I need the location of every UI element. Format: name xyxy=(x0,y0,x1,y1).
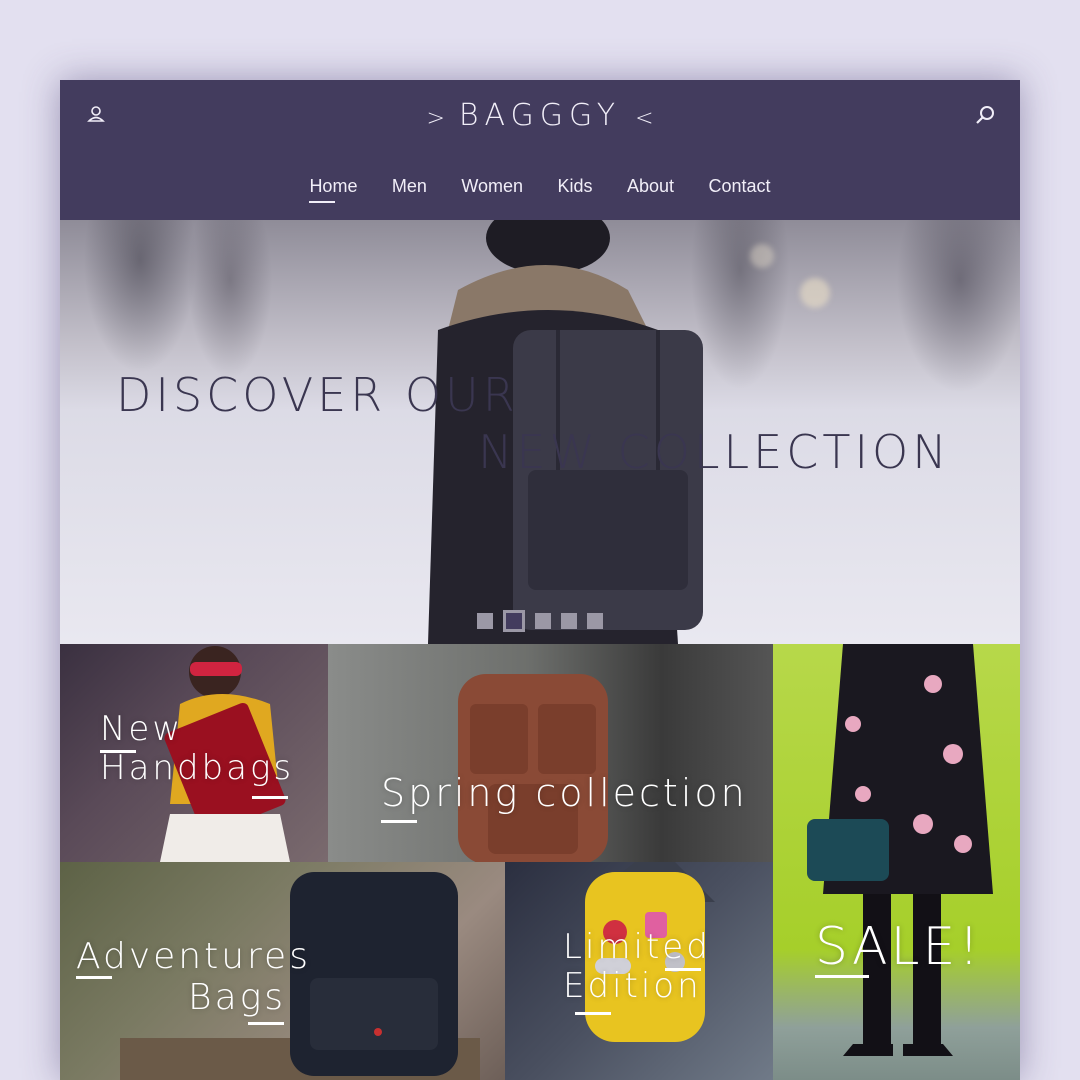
hero-bokeh xyxy=(800,278,830,308)
title-underline xyxy=(76,976,112,979)
carousel-dot-active[interactable] xyxy=(503,610,525,632)
nav-contact[interactable]: Contact xyxy=(709,176,771,197)
hero-heading-line1: DISCOVER OUR xyxy=(116,368,519,422)
tile-title-line: Handbags xyxy=(100,748,295,789)
nav-about[interactable]: About xyxy=(627,176,674,197)
tile-title-line: Bags xyxy=(188,977,286,1019)
nav-women[interactable]: Women xyxy=(461,176,523,197)
hero-heading-line2: NEW COLLECTION xyxy=(478,425,951,479)
floral-coat-photo xyxy=(807,644,993,1056)
carousel-dot[interactable] xyxy=(535,613,551,629)
logo-text: BAGGGY xyxy=(458,98,622,133)
nav-men[interactable]: Men xyxy=(392,176,427,197)
tile-adventures-bags[interactable]: Adventures Bags xyxy=(60,862,505,1080)
carousel-dot[interactable] xyxy=(587,613,603,629)
tile-title-line: Limited xyxy=(563,927,711,967)
title-underline xyxy=(575,1012,611,1015)
tile-spring-title: Spring collection xyxy=(381,771,748,815)
site-logo[interactable]: > BAGGGY < xyxy=(60,98,1020,133)
carousel-dot[interactable] xyxy=(561,613,577,629)
title-underline xyxy=(248,1022,284,1025)
tile-title-line: Edition xyxy=(563,966,702,1007)
tile-title-line: New xyxy=(100,709,184,749)
title-underline xyxy=(381,820,417,823)
tile-limited-edition[interactable]: Limited Edition xyxy=(505,862,773,1080)
nav-home[interactable]: Home xyxy=(309,176,357,203)
title-underline xyxy=(665,968,701,971)
carousel-dot[interactable] xyxy=(477,613,493,629)
tile-sale[interactable]: SALE! xyxy=(773,644,1020,1080)
tile-spring-collection[interactable]: Spring collection xyxy=(328,644,773,862)
title-underline xyxy=(252,796,288,799)
title-underline xyxy=(100,750,136,753)
tile-title-line: Adventures xyxy=(76,936,311,977)
logo-right-arrow: < xyxy=(635,106,654,131)
search-icon[interactable] xyxy=(974,104,996,126)
main-nav: Home Men Women Kids About Contact xyxy=(60,176,1020,203)
nav-kids[interactable]: Kids xyxy=(558,176,593,197)
carousel-dots xyxy=(60,610,1020,632)
page-frame: > BAGGGY < Home Men Women Kids About Conta… xyxy=(60,80,1020,1080)
backpack-photo xyxy=(458,674,608,862)
hero-bokeh xyxy=(750,244,774,268)
hero-banner: DISCOVER OUR NEW COLLECTION xyxy=(60,220,1020,644)
tile-new-handbags[interactable]: New Handbags xyxy=(60,644,328,862)
tile-sale-title: SALE! xyxy=(815,917,983,977)
logo-left-arrow: > xyxy=(426,106,445,131)
site-header: > BAGGGY < Home Men Women Kids About Conta… xyxy=(60,80,1020,220)
title-underline xyxy=(815,975,869,978)
